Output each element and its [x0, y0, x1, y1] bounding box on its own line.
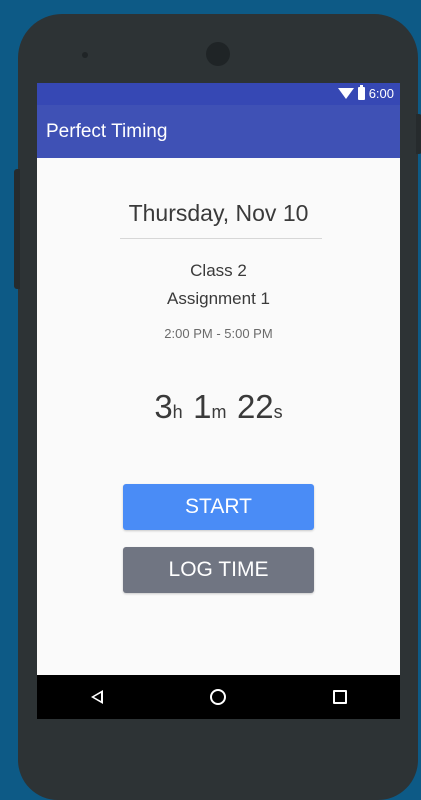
date-divider: [120, 238, 322, 239]
status-icons: 6:00: [337, 85, 394, 101]
home-icon[interactable]: [209, 689, 226, 705]
timer-hours: 3: [154, 388, 173, 425]
timer-seconds: 22: [236, 388, 274, 425]
class-name: Class 2: [190, 261, 247, 280]
volume-button: [14, 169, 20, 289]
phone-frame: 6:00 Perfect Timing Thursday, Nov 10 Cla…: [14, 14, 421, 800]
assignment-name: Assignment 1: [167, 289, 270, 308]
start-button[interactable]: START: [123, 484, 314, 530]
timer-hours-unit: h: [172, 402, 183, 422]
app-bar: Perfect Timing: [37, 105, 400, 158]
timer-seconds-unit: s: [273, 402, 283, 422]
front-camera: [206, 42, 230, 66]
timer-minutes-unit: m: [211, 402, 227, 422]
sensor-dot: [82, 52, 88, 58]
session-content: Thursday, Nov 10 Class 2 Assignment 1 2:…: [37, 158, 400, 675]
power-button: [416, 114, 421, 154]
navigation-bar: [37, 675, 400, 719]
time-range: 2:00 PM - 5:00 PM: [164, 326, 273, 341]
status-bar: 6:00: [37, 83, 400, 105]
wifi-icon: [337, 88, 354, 99]
session-date: Thursday, Nov 10: [128, 200, 309, 226]
status-time: 6:00: [368, 86, 394, 101]
elapsed-timer: 3h 1m 22s: [37, 388, 400, 426]
log-time-button[interactable]: LOG TIME: [123, 547, 314, 593]
recent-apps-icon[interactable]: [332, 690, 347, 704]
battery-icon: [357, 85, 365, 100]
device-screen: 6:00 Perfect Timing Thursday, Nov 10 Cla…: [37, 83, 400, 719]
timer-minutes: 1: [193, 388, 212, 425]
app-title: Perfect Timing: [46, 120, 168, 142]
back-icon[interactable]: [90, 690, 103, 704]
